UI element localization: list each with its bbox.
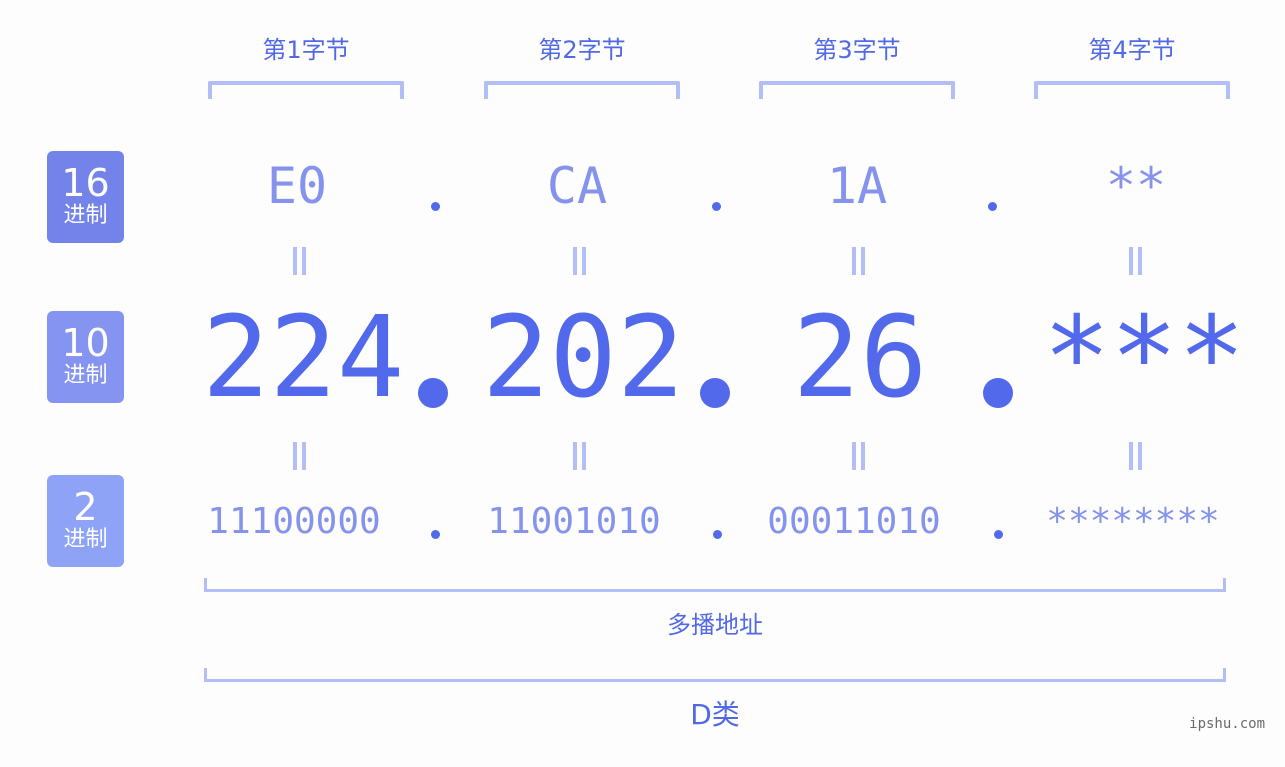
byte-2-label: 第2字节 <box>538 36 626 64</box>
hex-byte-3: 1A <box>826 157 888 215</box>
equals-icon <box>291 247 307 275</box>
dec-byte-3: 26 <box>792 293 928 423</box>
dec-separator-dot <box>418 378 448 408</box>
hex-byte-1: E0 <box>266 157 328 215</box>
equals-icon <box>850 442 866 470</box>
byte-4-bracket <box>1034 81 1230 99</box>
dec-byte-4: *** <box>1043 293 1246 423</box>
bin-byte-1: 11100000 <box>207 501 381 542</box>
bin-base-unit: 进制 <box>63 527 108 552</box>
byte-3-label: 第3字节 <box>813 36 901 64</box>
equals-icon <box>571 247 587 275</box>
equals-icon <box>571 442 587 470</box>
hex-byte-4: ** <box>1105 157 1167 215</box>
dec-byte-2: 202 <box>482 293 685 423</box>
equals-icon <box>850 247 866 275</box>
byte-1-bracket <box>208 81 404 99</box>
hex-base-number: 16 <box>61 161 110 205</box>
byte-1-label: 第1字节 <box>262 36 350 64</box>
hex-base-badge: 16 进制 <box>47 151 124 243</box>
hex-separator-dot <box>431 202 440 211</box>
hex-separator-dot <box>988 202 997 211</box>
byte-2-bracket <box>484 81 680 99</box>
dec-base-badge: 10 进制 <box>47 311 124 403</box>
bin-byte-3: 00011010 <box>767 501 941 542</box>
bin-separator-dot <box>431 530 440 539</box>
address-class-bracket <box>204 668 1226 682</box>
hex-byte-2: CA <box>546 157 608 215</box>
bin-base-number: 2 <box>73 485 98 529</box>
bin-base-badge: 2 进制 <box>47 475 124 567</box>
hex-base-unit: 进制 <box>63 203 108 228</box>
dec-base-number: 10 <box>61 321 110 365</box>
watermark: ipshu.com <box>1189 716 1265 732</box>
equals-icon <box>1127 442 1143 470</box>
dec-byte-1: 224 <box>202 293 405 423</box>
equals-icon <box>291 442 307 470</box>
dec-separator-dot <box>983 378 1013 408</box>
address-class-label: D类 <box>690 698 740 731</box>
bin-separator-dot <box>994 530 1003 539</box>
address-type-label: 多播地址 <box>667 611 763 639</box>
dec-base-unit: 进制 <box>63 363 108 388</box>
hex-separator-dot <box>712 202 721 211</box>
bin-separator-dot <box>713 530 722 539</box>
dec-separator-dot <box>700 378 730 408</box>
address-type-bracket <box>204 578 1226 592</box>
equals-icon <box>1127 247 1143 275</box>
bin-byte-2: 11001010 <box>487 501 661 542</box>
byte-4-label: 第4字节 <box>1088 36 1176 64</box>
byte-3-bracket <box>759 81 955 99</box>
bin-byte-4: ******** <box>1046 501 1220 542</box>
